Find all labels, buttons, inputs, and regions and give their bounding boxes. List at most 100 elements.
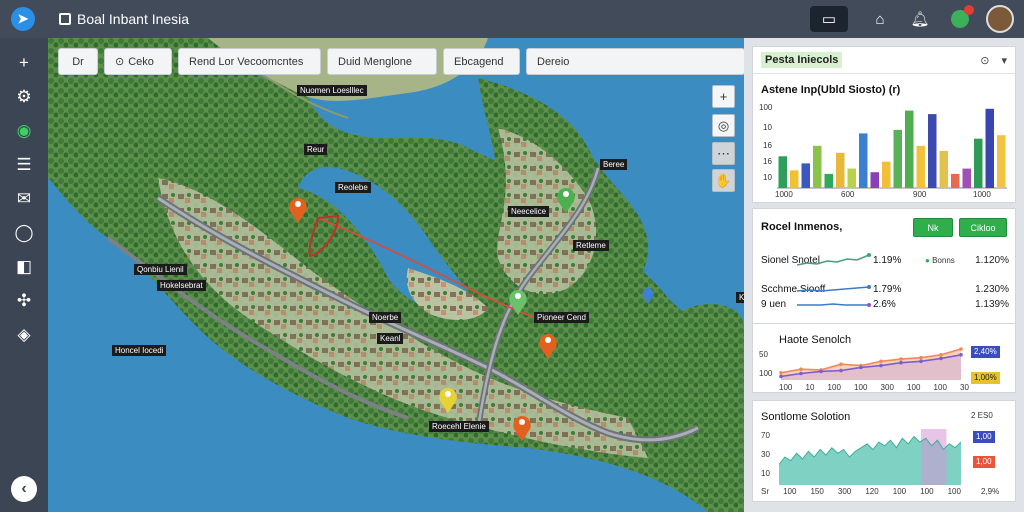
filter-chip-6[interactable]: Dereio: [526, 48, 745, 75]
chart-title: Astene Inp(Ubld Siosto) (r): [761, 84, 901, 96]
badge: 1,00: [973, 456, 995, 468]
chevron-down-icon[interactable]: ▾: [1001, 54, 1007, 67]
bell-icon[interactable]: 🔔︎: [908, 7, 932, 31]
map-label: Honcel Iocedi: [112, 345, 167, 356]
map-icon[interactable]: ◈: [10, 321, 38, 349]
map-label: Retleme: [573, 240, 609, 251]
line-chart-panel: Haote Senolch 50 100 2,40% 1,00% 100 10 …: [752, 323, 1016, 393]
metric-percent: 1.120%: [975, 255, 1009, 266]
circle-icon[interactable]: ◯: [10, 219, 38, 247]
filter-icon: ⊙: [115, 56, 125, 68]
y-tick: 100: [759, 103, 773, 112]
point: [859, 365, 863, 370]
point: [919, 355, 923, 360]
metric-percent: 1.139%: [975, 299, 1009, 310]
bar: [836, 152, 845, 188]
highlight-band: [921, 429, 947, 485]
bar: [870, 172, 879, 188]
square-icon[interactable]: ◧: [10, 253, 38, 281]
sidebar: + ⚙ ◉ ☰ ✉ ◯ ◧ ✣ ◈ ‹: [0, 38, 48, 512]
x-tick: 100: [933, 383, 947, 392]
app-title: Boal Inbant Inesia: [59, 11, 189, 27]
app-logo-icon[interactable]: ➤: [11, 7, 35, 31]
ok-button[interactable]: Nk: [913, 218, 953, 237]
point: [919, 359, 923, 364]
sparkline: [797, 303, 871, 307]
collapse-sidebar-button[interactable]: ‹: [11, 476, 37, 502]
metric-value: 1.19%: [873, 255, 902, 266]
filter-chip-4[interactable]: Duid Menglone: [327, 48, 437, 75]
bar: [790, 170, 799, 188]
x-tick: 900: [913, 190, 927, 199]
app-title-text: Boal Inbant Inesia: [77, 11, 190, 27]
screen-icon[interactable]: ▭: [810, 6, 848, 32]
badge: 2,40%: [971, 346, 1000, 358]
badge: 1,00: [973, 431, 995, 443]
inbox-icon[interactable]: ✉: [10, 185, 38, 213]
x-tick: 100: [892, 487, 907, 496]
bar: [985, 108, 994, 188]
x-tick: 100: [783, 487, 797, 496]
list-icon[interactable]: ☰: [10, 151, 38, 179]
filter-chip-5[interactable]: Ebcagend: [443, 48, 520, 75]
x-tick: 120: [865, 487, 879, 496]
window-icon: [59, 13, 71, 25]
map-view[interactable]: Nuomen Loeslllec Reur Reolebe Neecelice …: [48, 38, 744, 512]
settings-icon[interactable]: ⚙: [10, 83, 38, 111]
badge-value: 2,9%: [981, 487, 1000, 496]
puzzle-icon[interactable]: ✣: [10, 287, 38, 315]
filter-chip-3[interactable]: Rend Lor Vecoomcntes: [178, 48, 321, 75]
map-label: Nuomen Loeslllec: [297, 85, 367, 96]
x-tick: 100: [920, 487, 934, 496]
action-button[interactable]: Cikloo: [959, 218, 1007, 237]
filter-chip-2[interactable]: ⊙ Ceko: [104, 48, 172, 75]
locate-button[interactable]: ◎: [712, 114, 735, 137]
panel-title: Sontlome Solotion: [761, 411, 851, 423]
bar: [859, 133, 868, 188]
y-tick: 70: [761, 431, 770, 440]
filter-bar: Dr ⊙ Ceko Rend Lor Vecoomcntes Duid Mengl…: [58, 48, 745, 75]
map-label: Hokelsebrat: [157, 280, 206, 291]
metric-row: Sionel Snotel 1.19% ● Bonns 1.120%: [761, 253, 1009, 269]
x-tick: Sr: [761, 487, 769, 496]
sparkline: [797, 253, 871, 266]
panel-header: Pesta Iniecols ⊙ ▾: [753, 47, 1015, 74]
bar: [847, 168, 856, 188]
y-tick: 10: [763, 173, 772, 182]
map-label: Roecehl Elenie: [429, 421, 489, 432]
point: [839, 368, 843, 373]
status-icon[interactable]: [948, 5, 974, 31]
user-avatar[interactable]: [986, 5, 1014, 33]
filter-chip-1[interactable]: Dr: [58, 48, 98, 75]
bar: [824, 173, 833, 188]
point: [959, 353, 963, 357]
bar-chart: [777, 108, 1007, 189]
home-icon[interactable]: ⌂: [868, 7, 892, 31]
bar: [928, 114, 937, 188]
top-bar: ➤ Boal Inbant Inesia ▭ ⌂ 🔔︎: [0, 0, 1024, 38]
x-tick: 150: [810, 487, 824, 496]
y-tick: 16: [763, 157, 772, 166]
area-chart: [779, 429, 961, 485]
x-tick: 300: [837, 487, 852, 496]
x-tick: 100: [947, 487, 961, 496]
bar: [939, 151, 948, 188]
point: [879, 363, 883, 368]
map-label: Beree: [600, 159, 628, 170]
y-tick: 10: [763, 123, 772, 132]
add-icon[interactable]: +: [10, 49, 38, 77]
options-icon[interactable]: ⊙: [980, 54, 989, 67]
status-icon[interactable]: ◉: [10, 117, 38, 145]
metric-percent: 1.230%: [975, 284, 1009, 295]
pan-button[interactable]: ✋: [712, 169, 735, 192]
zoom-in-button[interactable]: +: [712, 85, 735, 108]
y-tick: 30: [761, 450, 770, 459]
y-tick: 10: [761, 469, 770, 478]
metric-label: 9 uen: [761, 299, 787, 310]
bar-chart-panel: Pesta Iniecols ⊙ ▾ Astene Inp(Ubld Siosto…: [752, 46, 1016, 203]
panel-corner-value: 2 ES0: [971, 411, 993, 420]
y-tick: 16: [763, 141, 772, 150]
map-label: Neecelice: [508, 206, 550, 217]
layers-button[interactable]: ⋯: [712, 142, 735, 165]
panel-tag: Pesta Iniecols: [761, 52, 843, 68]
